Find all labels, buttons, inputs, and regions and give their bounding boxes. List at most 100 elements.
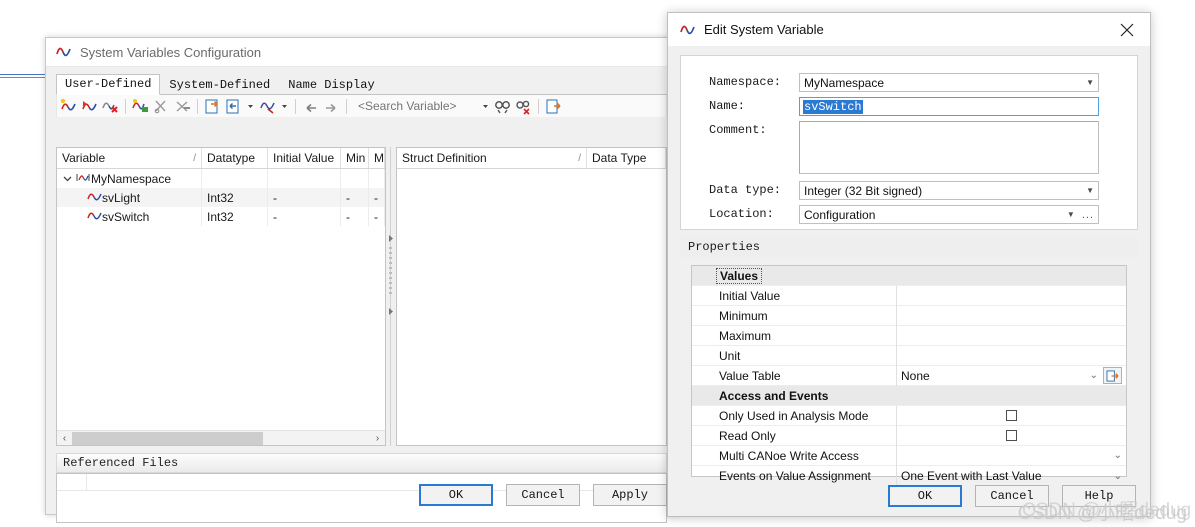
column-max[interactable]: M [369,148,385,168]
column-data-type[interactable]: Data Type [587,148,666,168]
property-label: Only Used in Analysis Mode [692,405,897,426]
new-namespace-icon[interactable] [131,97,150,116]
splitter-collapse-left-icon[interactable] [388,232,394,242]
ok-button[interactable]: OK [419,484,493,506]
variable-icon [87,209,102,225]
property-row-multi-canoe-write-access[interactable]: Multi CANoe Write Access ⌄ [692,445,1126,466]
namespace-combo[interactable]: MyNamespace ▼ [799,73,1099,92]
splitter-grip[interactable] [389,247,392,297]
property-value[interactable] [897,346,1126,366]
search-dropdown-icon[interactable] [480,97,491,116]
location-field-row: Location: Configuration ▼ ... [709,205,1099,224]
property-label: Unit [692,345,897,366]
tab-user-defined[interactable]: User-Defined [56,74,161,95]
import-icon[interactable] [203,97,222,116]
location-value: Configuration [804,207,876,222]
cancel-button[interactable]: Cancel [506,484,580,506]
read-only-checkbox[interactable] [1006,430,1017,441]
redo-icon[interactable] [322,97,341,116]
property-row-minimum[interactable]: Minimum [692,305,1126,326]
delete-variable-icon[interactable] [101,97,120,116]
dialog-button-row: OK Cancel Help [888,485,1136,507]
property-value[interactable] [897,306,1126,326]
location-combo[interactable]: Configuration ▼ ... [799,205,1099,224]
property-row-value-table[interactable]: Value Table None ⌄ [692,365,1126,386]
property-value: None [901,368,930,383]
wave-icon [56,45,72,59]
tab-name-display[interactable]: Name Display [279,75,383,95]
variable-icon [87,190,102,206]
horizontal-scrollbar[interactable]: ‹ › [57,430,385,445]
cell-initial-value: - [268,207,341,226]
undo-icon[interactable] [301,97,320,116]
properties-label: Properties [688,240,761,254]
cell-datatype: Int32 [202,207,268,226]
new-variable-icon[interactable] [59,97,78,116]
location-browse-button[interactable]: ... [1082,209,1094,221]
property-row-only-used-in-analysis-mode[interactable]: Only Used in Analysis Mode [692,405,1126,426]
column-initial-value[interactable]: Initial Value [268,148,341,168]
cut-icon[interactable] [152,97,171,116]
cell-initial-value: - [268,188,341,207]
only-used-in-analysis-mode-checkbox[interactable] [1006,410,1017,421]
name-label: Name: [709,99,746,113]
property-group-values[interactable]: Values [692,266,1126,286]
pane-splitter[interactable] [386,147,396,446]
property-row-unit[interactable]: Unit [692,345,1126,366]
column-datatype[interactable]: Datatype [202,148,268,168]
column-min[interactable]: Min [341,148,369,168]
chevron-down-icon[interactable]: ⌄ [1114,471,1122,482]
chevron-down-icon[interactable]: ⌄ [1090,370,1098,381]
comment-input[interactable] [799,121,1099,174]
new-variable-group-icon[interactable] [80,97,99,116]
column-struct-definition[interactable]: Struct Definition / [397,148,587,168]
property-row-read-only[interactable]: Read Only [692,425,1126,446]
chevron-down-icon[interactable] [62,173,73,184]
property-value[interactable] [897,326,1126,346]
property-row-initial-value[interactable]: Initial Value [692,285,1126,306]
table-row[interactable]: MyNamespace [57,169,385,188]
splitter-collapse-right-icon[interactable] [388,305,394,315]
cell-initial-value [268,169,341,188]
struct-definition-pane: Struct Definition / Data Type [396,147,667,446]
tab-system-defined[interactable]: System-Defined [160,75,279,95]
close-icon[interactable] [1110,15,1144,45]
red-line [0,77,47,78]
settings-dropdown-icon[interactable] [279,97,290,116]
table-row[interactable]: svSwitch Int32 - - - [57,207,385,226]
chevron-down-icon[interactable]: ⌄ [1114,450,1122,461]
cancel-button[interactable]: Cancel [975,485,1049,507]
property-group-access-and-events[interactable]: Access and Events [692,386,1126,406]
paste-icon[interactable] [173,97,192,116]
property-row-maximum[interactable]: Maximum [692,325,1126,346]
variable-name: svSwitch [102,209,150,224]
property-value[interactable] [897,286,1126,306]
property-value: One Event with Last Value [901,469,1042,483]
table-row[interactable]: svLight Int32 - - - [57,188,385,207]
scroll-left-arrow-icon[interactable]: ‹ [57,432,72,445]
column-variable[interactable]: Variable / [57,148,202,168]
value-table-edit-icon[interactable] [1103,367,1122,384]
name-input[interactable]: svSwitch [799,97,1099,116]
property-row-events-on-value-assignment[interactable]: Events on Value Assignment One Event wit… [692,466,1126,486]
export-dropdown-icon[interactable] [245,97,256,116]
help-button[interactable]: Help [1062,485,1136,507]
search-input[interactable] [358,99,478,113]
find-icon[interactable] [493,97,512,116]
find-clear-icon[interactable] [514,97,533,116]
namespace-value: MyNamespace [804,75,885,90]
cell-min: - [341,188,369,207]
datatype-combo[interactable]: Integer (32 Bit signed) ▼ [799,181,1099,200]
scrollbar-thumb[interactable] [72,431,263,445]
property-label: Value Table [692,365,897,386]
scrollbar-track[interactable] [72,431,370,445]
cell-max: - [369,207,385,226]
scroll-right-arrow-icon[interactable]: › [370,432,385,445]
property-label: Maximum [692,325,897,346]
options-icon[interactable] [544,97,563,116]
chevron-down-icon: ▼ [1086,186,1094,195]
settings-icon[interactable] [258,97,277,116]
apply-button[interactable]: Apply [593,484,667,506]
export-icon[interactable] [224,97,243,116]
ok-button[interactable]: OK [888,485,962,507]
